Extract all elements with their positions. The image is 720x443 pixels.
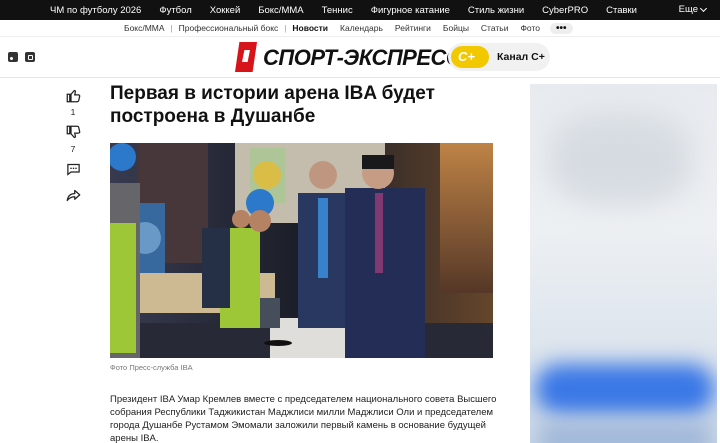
photo-illustration	[110, 143, 493, 358]
subnav-item[interactable]: Фото	[514, 23, 546, 33]
topnav-more-button[interactable]: Еще	[678, 4, 708, 15]
subnav-item-active[interactable]: Новости	[286, 23, 334, 33]
topnav-item[interactable]: Футбол	[150, 5, 200, 16]
subnav-item[interactable]: Рейтинги	[389, 23, 437, 33]
subnav-item[interactable]: Бойцы	[437, 23, 475, 33]
site-logo[interactable]: СПОРТ-ЭКСПРЕСС	[263, 45, 462, 71]
thumbs-down-icon[interactable]	[64, 125, 82, 143]
subnav-item[interactable]: Профессиональный бокс	[173, 23, 285, 33]
subnav-item[interactable]: Бокс/ММА	[0, 23, 171, 33]
comment-icon[interactable]	[64, 162, 82, 180]
topnav-item[interactable]: CyberPRO	[533, 5, 597, 16]
ad-blur-shape	[550, 114, 690, 204]
channel-button[interactable]: Канал С+	[448, 43, 550, 71]
channel-c-plus-icon	[451, 46, 489, 68]
rss-icon[interactable]	[8, 52, 18, 62]
dislike-count: 7	[70, 144, 76, 154]
topnav-item[interactable]: Фигурное катание	[362, 5, 459, 16]
topnav-item[interactable]: Ставки	[597, 5, 646, 16]
topnav-more-label: Еще	[678, 4, 698, 15]
subnav-item[interactable]: Статьи	[475, 23, 515, 33]
topnav-item[interactable]: Хоккей	[201, 5, 250, 16]
article-title: Первая в истории арена IBA будет построе…	[110, 83, 435, 127]
topnav-item[interactable]: Стиль жизни	[459, 5, 533, 16]
logo-icon[interactable]	[235, 42, 257, 72]
article-lead: Президент IBA Умар Кремлев вместе с пред…	[110, 394, 497, 443]
topnav-item[interactable]: Теннис	[313, 5, 362, 16]
subnav-item[interactable]: Календарь	[334, 23, 389, 33]
browser-page: ЧМ по футболу 2026 Футбол Хоккей Бокс/ММ…	[0, 0, 720, 443]
like-count: 1	[70, 107, 76, 117]
thumbs-up-icon[interactable]	[64, 88, 82, 106]
share-icon[interactable]	[64, 188, 82, 206]
subnav-more-button[interactable]: •••	[550, 22, 573, 34]
channel-label: Канал С+	[497, 51, 545, 63]
ad-button-blur	[535, 364, 715, 414]
topnav-item[interactable]: Бокс/ММА	[249, 5, 312, 16]
top-navigation: ЧМ по футболу 2026 Футбол Хоккей Бокс/ММ…	[0, 0, 720, 20]
article-actions: 1 7	[62, 88, 84, 206]
advertisement-banner[interactable]	[530, 84, 717, 443]
section-navigation: Бокс/ММА | Профессиональный бокс | Новос…	[0, 20, 720, 37]
chevron-down-icon	[699, 4, 708, 12]
article-photo[interactable]	[110, 143, 493, 358]
topnav-item[interactable]: ЧМ по футболу 2026	[0, 5, 150, 16]
photo-caption: Фото Пресс-служба IBA	[110, 363, 193, 372]
site-header: СПОРТ-ЭКСПРЕСС Канал С+	[0, 37, 720, 78]
ad-blur-shape	[540, 424, 710, 443]
instagram-icon[interactable]	[25, 52, 35, 62]
